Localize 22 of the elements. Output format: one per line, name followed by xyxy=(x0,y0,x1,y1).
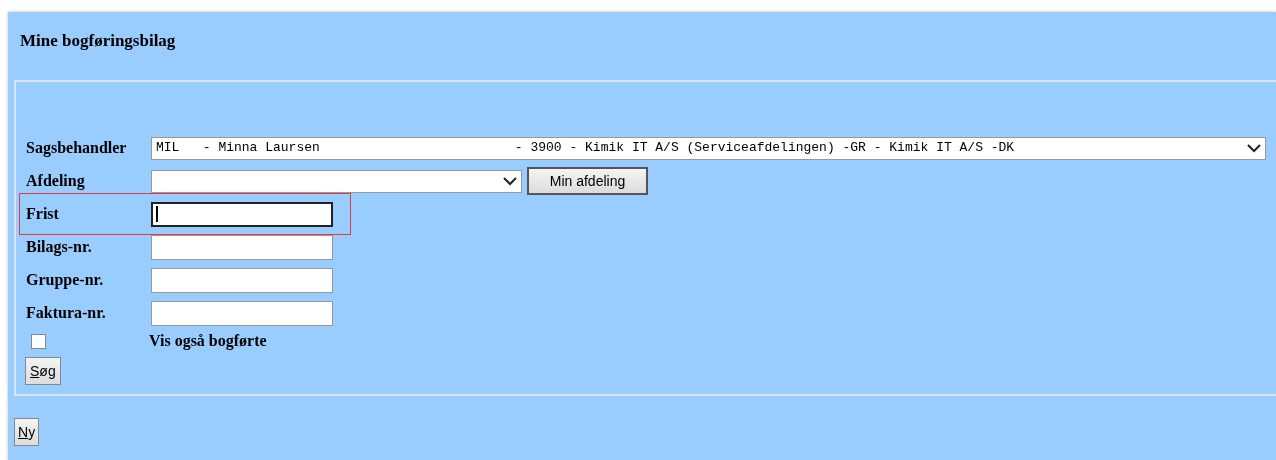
my-department-button[interactable]: Min afdeling xyxy=(527,167,648,195)
input-field[interactable] xyxy=(151,300,333,326)
new-button[interactable]: Ny xyxy=(14,418,40,446)
chevron-down-icon xyxy=(503,176,517,186)
search-button[interactable]: Søg xyxy=(25,357,61,385)
input-field[interactable] xyxy=(151,234,333,260)
page-title: Mine bogføringsbilag xyxy=(19,30,177,52)
field-label: Frist xyxy=(26,204,60,224)
field-label: Bilags-nr. xyxy=(26,237,93,258)
field-label: Sagsbehandler xyxy=(26,138,128,159)
input-field[interactable] xyxy=(151,267,333,293)
field-label: Faktura-nr. xyxy=(26,303,107,323)
chevron-down-icon xyxy=(1247,143,1261,153)
text-cursor xyxy=(156,206,158,222)
checkbox[interactable] xyxy=(31,333,46,349)
field-label: Gruppe-nr. xyxy=(26,270,105,291)
dropdown-value: MIL - Minna Laursen - 3900 - Kimik IT A/S (Serviceafdelingen) -GR - Kimik IT A/S -DK xyxy=(156,139,1015,158)
input-field[interactable] xyxy=(151,201,333,227)
field-label: Afdeling xyxy=(26,171,86,192)
dropdown[interactable] xyxy=(151,169,522,193)
checkbox-label: Vis også bogførte xyxy=(149,331,267,352)
dropdown[interactable]: MIL - Minna Laursen - 3900 - Kimik IT A/S (Serviceafdelingen) -GR - Kimik IT A/S -DK xyxy=(151,136,1266,160)
